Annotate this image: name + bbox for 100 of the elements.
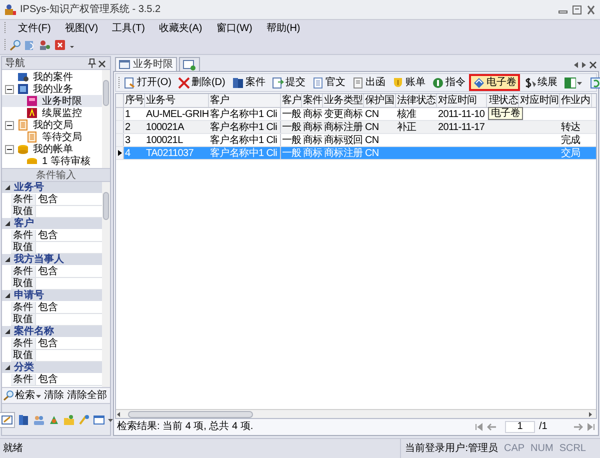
table-cell-text: CN bbox=[364, 121, 380, 133]
table-cell: AU-MEL-GRIH bbox=[145, 108, 209, 120]
column-header[interactable]: 客户 bbox=[209, 94, 281, 107]
table-cell-text: TA0211037 bbox=[145, 147, 195, 159]
tree-item[interactable]: 续展监控 bbox=[41, 106, 83, 120]
toolbar-button[interactable]: 出函 bbox=[349, 74, 388, 91]
column-header[interactable]: 业务号 bbox=[145, 94, 209, 107]
menu-item[interactable]: 文件(F) bbox=[16, 20, 53, 36]
status-text: 就绪 bbox=[2, 442, 23, 456]
value-field[interactable]: 包含 bbox=[36, 266, 102, 277]
tree-item[interactable]: 我的交局 bbox=[32, 118, 74, 132]
toolbar-button[interactable]: 打开(O) bbox=[121, 74, 174, 91]
column-header[interactable]: 业务类型 bbox=[323, 94, 364, 107]
value-field[interactable]: 包含 bbox=[36, 230, 102, 241]
column-header[interactable]: 客户 bbox=[281, 94, 302, 107]
table-cell-text: 2011-11-10 bbox=[437, 108, 486, 120]
table-cell-text: 核准 bbox=[396, 108, 418, 120]
table-cell: 商标驳回 bbox=[323, 134, 364, 146]
filter-button[interactable]: 清除全部 bbox=[67, 388, 107, 402]
toolbar-button[interactable]: 提交 bbox=[269, 74, 308, 91]
column-header[interactable]: 案件 bbox=[302, 94, 323, 107]
page-total: /1 bbox=[539, 420, 548, 434]
table-cell: 一般 bbox=[281, 134, 302, 146]
menu-item[interactable]: 窗口(W) bbox=[214, 20, 254, 36]
tab[interactable]: 业务时限 bbox=[115, 57, 177, 71]
table-cell-text: CN bbox=[364, 147, 380, 159]
table-cell: 商标 bbox=[302, 108, 323, 120]
filter-button[interactable]: 检索 bbox=[3, 388, 41, 402]
group-label: 分类 bbox=[14, 360, 34, 374]
group-header[interactable]: 申请号 bbox=[2, 290, 102, 302]
table-cell-text: 完成 bbox=[560, 134, 582, 146]
tree-item[interactable]: 我的案件 bbox=[32, 70, 74, 84]
window-title: IPSys-知识产权管理系统 - 3.5.2 bbox=[20, 2, 161, 17]
group-label: 客户 bbox=[14, 216, 34, 230]
key-indicator: CAP bbox=[504, 442, 525, 456]
table-cell-text: 交局 bbox=[560, 147, 582, 159]
toolbar-button[interactable]: 官文 bbox=[309, 74, 348, 91]
tree-item[interactable]: 我的帐单 bbox=[32, 142, 74, 156]
field-label: 条件 bbox=[13, 229, 33, 242]
table-cell: 商标 bbox=[302, 134, 323, 146]
page-number-field[interactable]: 1 bbox=[505, 420, 535, 432]
column-header[interactable]: 作业内 bbox=[560, 94, 592, 107]
table-cell-text: 转达 bbox=[560, 121, 582, 133]
field-label: 条件 bbox=[13, 301, 33, 314]
table-cell: 商标 bbox=[302, 121, 323, 133]
toolbar-button[interactable]: 删除(D) bbox=[175, 74, 228, 91]
menu-item[interactable]: 帮助(H) bbox=[264, 20, 302, 36]
table-row[interactable]: 2 100021A 客户名称中1 Cli 一般商标商标注册 CN 补正 2011-11-17 转达 bbox=[116, 121, 596, 134]
value-field[interactable]: 包含 bbox=[36, 338, 102, 349]
table-cell: 商标 bbox=[302, 147, 323, 159]
group-header[interactable]: 案件名称 bbox=[2, 326, 102, 338]
group-label: 申请号 bbox=[14, 288, 44, 302]
table-cell: 客户名称中1 Cli bbox=[209, 147, 281, 159]
table-cell-text: 100021L bbox=[145, 134, 184, 146]
table-cell: 商标注册 bbox=[323, 121, 364, 133]
field-label: 取值 bbox=[13, 349, 33, 362]
table-cell: 一般 bbox=[281, 108, 302, 120]
table-cell-text: 1 bbox=[124, 108, 132, 120]
tree-item[interactable]: 等待交局 bbox=[41, 130, 83, 144]
table-cell-text: 100021A bbox=[145, 121, 186, 133]
field-label: 取值 bbox=[13, 205, 33, 217]
toolbar-button[interactable]: 案件 bbox=[229, 74, 268, 91]
toolbar-button[interactable]: 电子卷 bbox=[469, 74, 520, 91]
field-label: 取值 bbox=[13, 313, 33, 325]
table-cell-text: 2011-11-17 bbox=[437, 121, 486, 133]
group-label: 我方当事人 bbox=[14, 252, 64, 266]
group-header[interactable]: 客户 bbox=[2, 218, 102, 230]
value-field[interactable]: 包含 bbox=[36, 374, 102, 385]
menu-item[interactable]: 收藏夹(A) bbox=[156, 20, 204, 36]
table-cell: 客户名称中1 Cli bbox=[209, 108, 281, 120]
tooltip: 电子卷 bbox=[488, 107, 524, 120]
toolbar-button[interactable]: 指令 bbox=[429, 74, 468, 91]
toolbar-button[interactable]: 账单 bbox=[389, 74, 428, 91]
menu-item[interactable]: 视图(V) bbox=[62, 20, 100, 36]
value-field[interactable]: 包含 bbox=[36, 302, 102, 313]
column-header[interactable]: 保护国 bbox=[364, 94, 396, 107]
table-cell: 一般 bbox=[281, 121, 302, 133]
result-summary: 检索结果: 当前 4 项, 总共 4 项. bbox=[117, 420, 254, 434]
field-label: 条件 bbox=[13, 337, 33, 350]
tree-item[interactable]: 我的业务 bbox=[32, 82, 74, 96]
toolbar-button[interactable]: 续展 bbox=[521, 74, 560, 91]
key-indicator: SCRL bbox=[559, 442, 586, 456]
group-header[interactable]: 我方当事人 bbox=[2, 254, 102, 266]
field-label: 条件 bbox=[13, 265, 33, 278]
tree-item[interactable]: 1 等待审核 bbox=[41, 154, 92, 168]
column-header[interactable]: 序号 bbox=[124, 94, 145, 107]
column-header[interactable]: 对应时间 bbox=[437, 94, 487, 107]
group-label: 案件名称 bbox=[14, 324, 54, 338]
panel-title: 条件输入 bbox=[36, 168, 76, 182]
table-cell-text: 补正 bbox=[396, 121, 418, 133]
group-header[interactable]: 分类 bbox=[2, 362, 102, 374]
column-header[interactable]: 法律状态 bbox=[396, 94, 437, 107]
table-row[interactable]: 3 100021L 客户名称中1 Cli 一般商标商标驳回 CN 完成 bbox=[116, 134, 596, 147]
filter-button[interactable]: 清除 bbox=[44, 388, 64, 402]
field-label: 取值 bbox=[13, 241, 33, 253]
value-field[interactable]: 包含 bbox=[36, 194, 102, 205]
menu-item[interactable]: 工具(T) bbox=[110, 20, 147, 36]
table-cell: 客户名称中1 Cli bbox=[209, 134, 281, 146]
panel-title: 导航 bbox=[5, 56, 25, 70]
table-cell: 商标注册 bbox=[323, 147, 364, 159]
